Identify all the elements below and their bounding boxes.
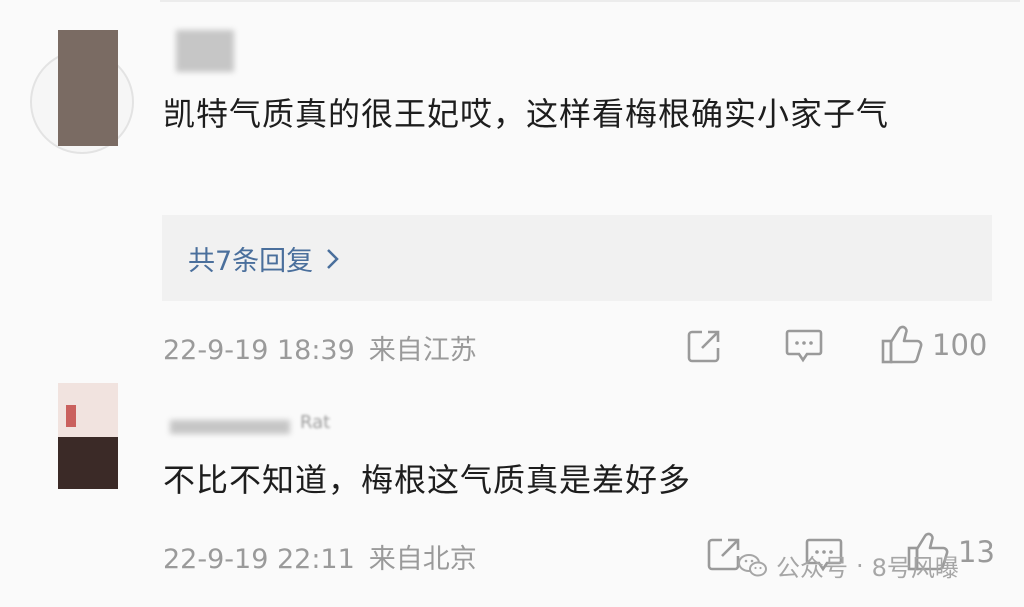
share-button[interactable]: [686, 328, 722, 364]
like-count: 13: [958, 535, 995, 569]
comment-date: 22-9-19 18:39: [163, 335, 355, 366]
watermark-name: 8号风曝: [871, 554, 959, 582]
replies-panel: 共7条回复: [162, 215, 992, 301]
comment-icon: [785, 328, 823, 364]
comment-text: 不比不知道，梅根这气质真是差好多: [163, 461, 692, 499]
comment-location: 来自北京: [368, 544, 477, 575]
view-replies-link[interactable]: 共7条回复: [188, 239, 341, 278]
chevron-right-icon: [325, 248, 341, 270]
share-icon: [706, 536, 742, 572]
watermark-prefix: 公众号: [776, 554, 848, 582]
comment-meta: 22-9-19 22:11 来自北京: [163, 537, 477, 576]
wechat-icon: [738, 553, 768, 579]
avatar-lower: [58, 437, 118, 489]
share-button[interactable]: [706, 536, 742, 572]
username[interactable]: Rat: [300, 412, 330, 433]
username-redacted[interactable]: [170, 420, 290, 434]
comment-date: 22-9-19 22:11: [163, 544, 355, 575]
comment-text: 凯特气质真的很王妃哎，这样看梅根确实小家子气: [163, 95, 890, 133]
like-count: 100: [932, 328, 988, 362]
replies-label: 共7条回复: [188, 246, 314, 277]
like-button[interactable]: 100: [880, 325, 987, 365]
username-redacted[interactable]: [176, 30, 234, 72]
watermark-separator: ·: [856, 551, 864, 580]
watermark: 公众号 · 8号风曝: [738, 548, 959, 583]
comment-location: 来自江苏: [368, 335, 477, 366]
thumbs-up-icon: [880, 325, 924, 365]
avatar-accent: [66, 405, 76, 427]
divider: [160, 0, 1020, 2]
share-icon: [686, 328, 722, 364]
avatar[interactable]: [58, 30, 118, 146]
comment-meta: 22-9-19 18:39 来自江苏: [163, 328, 477, 367]
comment-button[interactable]: [785, 328, 823, 364]
